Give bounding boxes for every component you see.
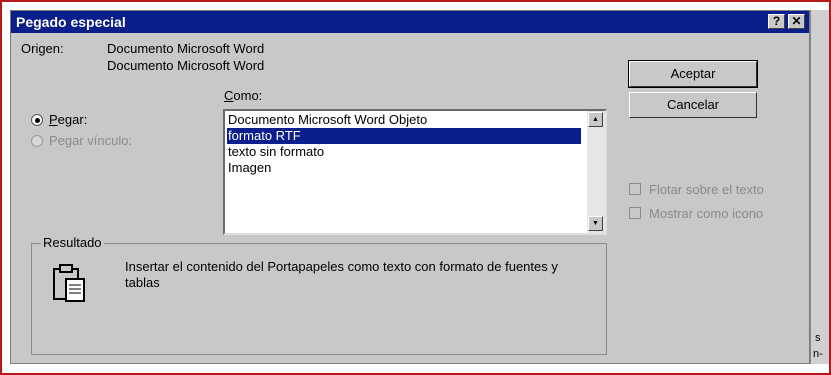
scroll-up-icon[interactable]: ▲ [588,112,603,127]
source-label: Origen: [21,41,64,56]
como-label: Como: [224,88,263,103]
icon-checkbox-label[interactable]: Mostrar como icono [649,206,763,221]
source-value: Documento Microsoft Word [107,58,265,73]
background-text-fragment: n- [813,348,823,360]
paste-radio[interactable] [31,114,43,126]
close-button[interactable]: ✕ [788,14,805,29]
icon-checkbox[interactable] [629,207,641,219]
background-window-edge: s n- [810,10,829,364]
scroll-down-icon[interactable]: ▼ [588,216,603,231]
float-checkbox-label[interactable]: Flotar sobre el texto [649,182,764,197]
dialog-title: Pegado especial [16,14,126,30]
help-button[interactable]: ? [768,14,785,29]
list-item[interactable]: Imagen [227,160,271,176]
cancel-button[interactable]: Cancelar [629,92,757,118]
clipboard-icon [53,264,85,302]
float-checkbox[interactable] [629,183,641,195]
result-description: Insertar el contenido del Portapapeles c… [125,259,558,290]
accept-button[interactable]: Aceptar [628,60,758,88]
title-bar: Pegado especial ? ✕ [11,11,809,33]
radio-dot-icon [35,118,40,123]
paste-link-radio-label[interactable]: Pegar vínculo: [49,133,132,148]
background-text-fragment: s [815,332,821,344]
format-listbox[interactable]: Documento Microsoft Word Objeto formato … [223,109,607,235]
paste-link-radio[interactable] [31,135,43,147]
paste-radio-label[interactable]: Pegar: [49,112,87,127]
paste-special-dialog: Pegado especial ? ✕ Origen: Documento Mi… [10,10,810,364]
source-value: Documento Microsoft Word [107,41,265,56]
result-group-title: Resultado [41,235,104,250]
list-scrollbar[interactable]: ▲ ▼ [587,111,605,233]
list-item[interactable]: Documento Microsoft Word Objeto [227,112,427,128]
list-item-selected[interactable]: formato RTF [227,128,581,144]
list-item[interactable]: texto sin formato [227,144,324,160]
